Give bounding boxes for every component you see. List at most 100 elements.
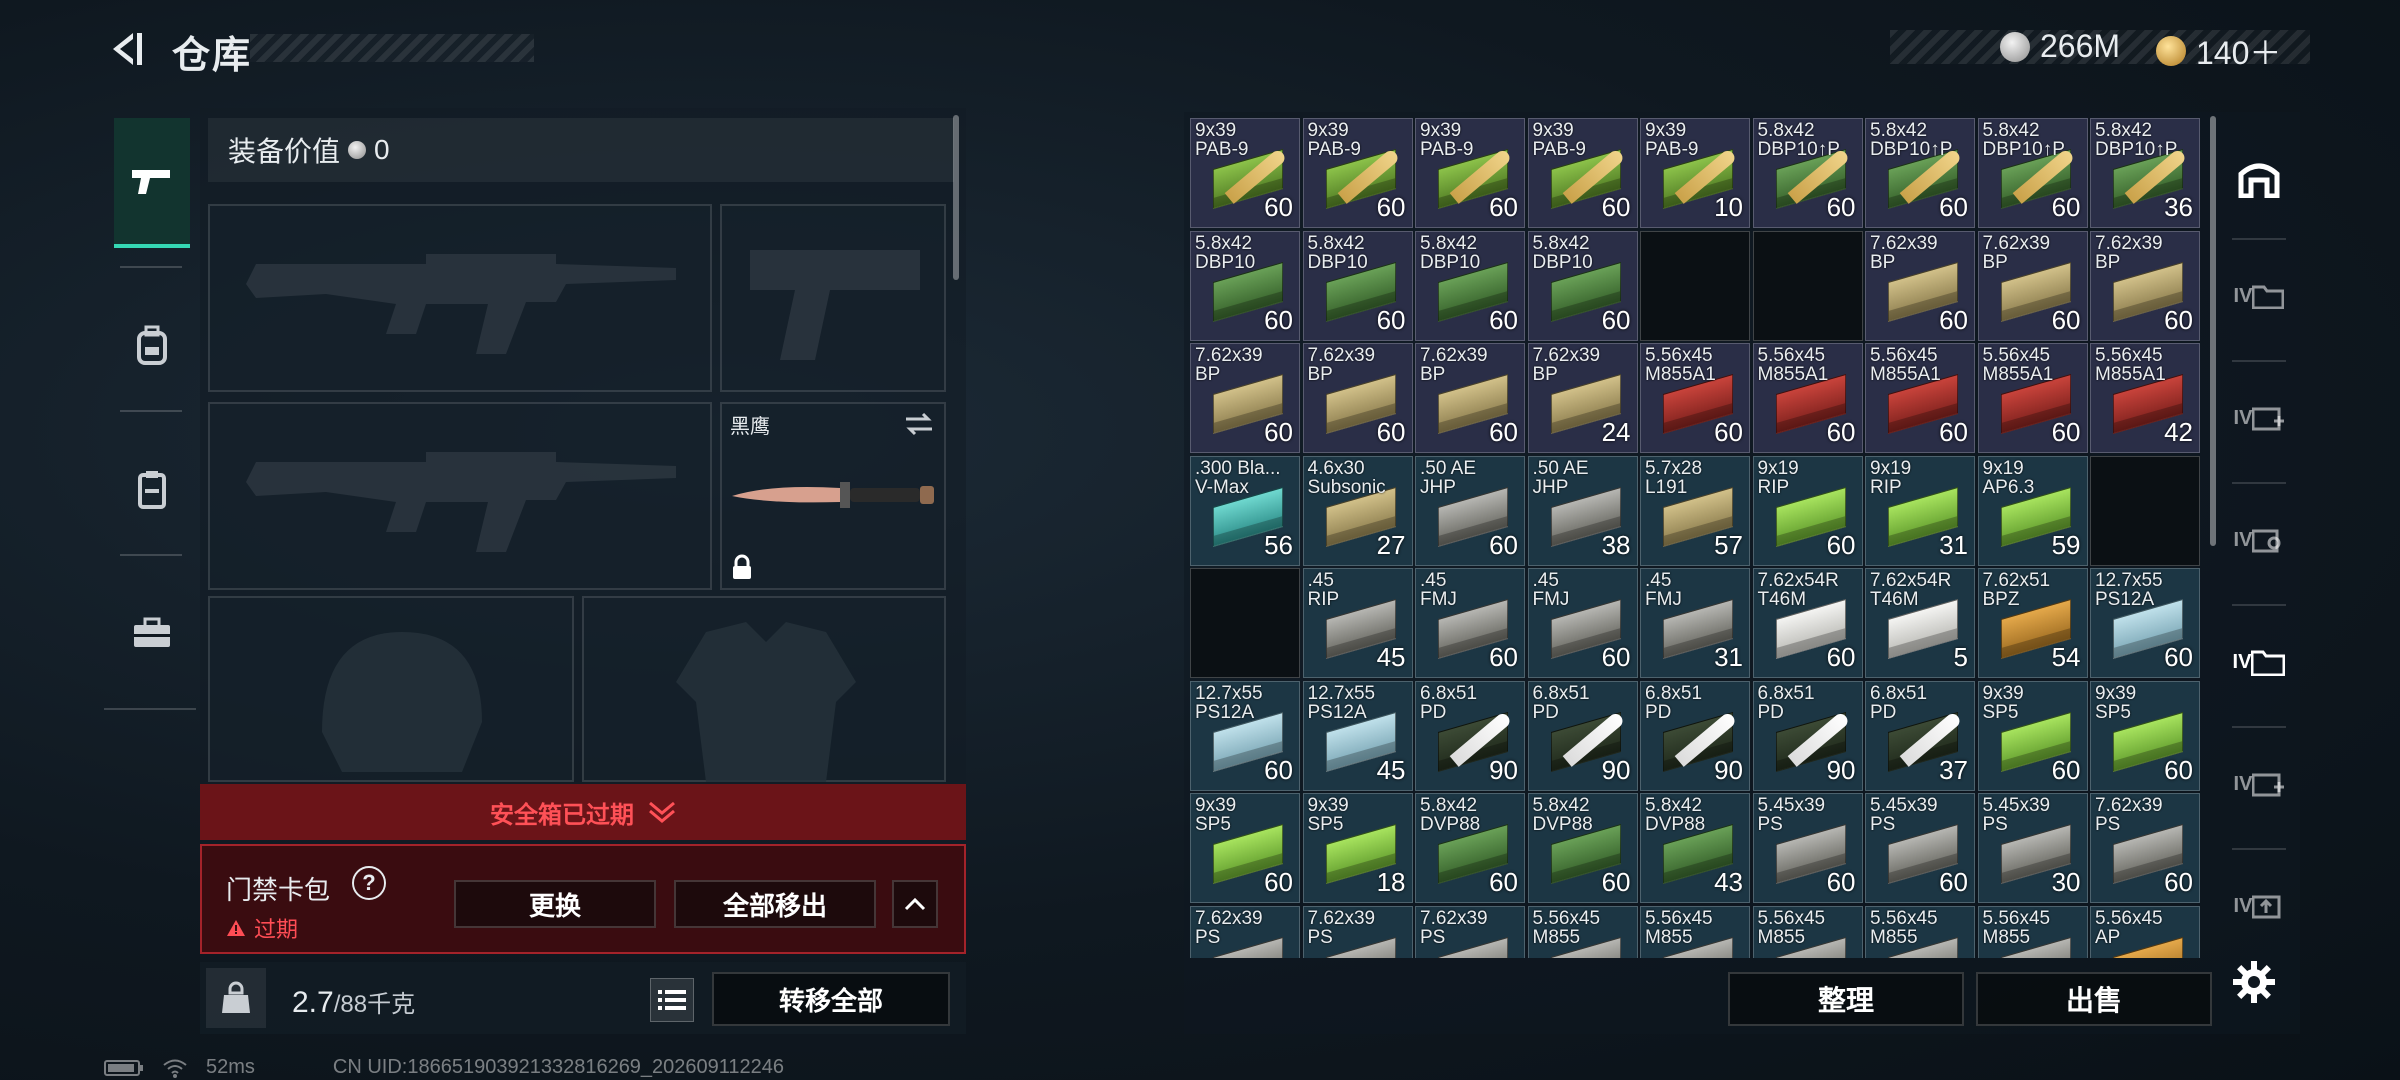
inventory-item[interactable]: 7.62x39 PS (1302, 905, 1413, 958)
inventory-item[interactable]: 9x19 AP6.3 59 (1977, 455, 2088, 566)
inventory-item[interactable]: 4.6x30 Subsonic 27 (1302, 455, 1413, 566)
inventory-item[interactable]: 7.62x39 BP 60 (1977, 230, 2088, 341)
replace-button[interactable]: 更换 (454, 880, 656, 928)
inventory-item[interactable]: 5.8x42 DBP10↑P 60 (1752, 118, 1863, 228)
inventory-item[interactable]: 9x39 PAB-9 60 (1527, 118, 1638, 228)
inventory-item[interactable]: 5.8x42 DBP10 60 (1415, 230, 1525, 341)
inventory-item[interactable]: 9x39 SP5 18 (1302, 793, 1413, 903)
storage-tab-1[interactable]: IV (2222, 246, 2296, 346)
inventory-item[interactable]: .45 FMJ 31 (1640, 568, 1750, 678)
inventory-item[interactable]: 5.56x45 M855A1 60 (1865, 343, 1975, 453)
storage-tab-4-active[interactable]: IV (2222, 612, 2296, 712)
transfer-all-button[interactable]: 转移全部 (712, 972, 950, 1026)
inventory-item[interactable]: 6.8x51 PD 90 (1640, 680, 1750, 791)
empty-slot[interactable] (1640, 230, 1750, 341)
armor-slot[interactable] (582, 596, 946, 782)
inventory-item[interactable]: 5.56x45 M855A1 60 (1752, 343, 1863, 453)
inventory-item[interactable]: .45 FMJ 60 (1527, 568, 1638, 678)
inventory-item[interactable]: 5.8x42 DBP10 60 (1190, 230, 1300, 341)
inventory-item[interactable]: 5.8x42 DBP10↑P 60 (1977, 118, 2088, 228)
storage-tab-5[interactable]: IV (2222, 734, 2296, 834)
inventory-item[interactable]: 6.8x51 PD 90 (1527, 680, 1638, 791)
storage-tab-2[interactable]: IV (2222, 368, 2296, 468)
sell-button[interactable]: 出售 (1976, 972, 2212, 1026)
primary-weapon-slot[interactable] (208, 204, 712, 392)
list-view-button[interactable] (650, 978, 694, 1022)
inventory-item[interactable]: 5.56x45 M855A1 42 (2090, 343, 2200, 453)
empty-slot[interactable] (1752, 230, 1863, 341)
help-icon[interactable]: ? (352, 866, 386, 900)
inventory-item[interactable]: 7.62x39 BP 60 (1415, 343, 1525, 453)
inventory-item[interactable]: 5.8x42 DVP88 43 (1640, 793, 1750, 903)
inventory-item[interactable]: 9x39 PAB-9 10 (1640, 118, 1750, 228)
loadout-scrollbar[interactable] (953, 115, 959, 280)
inventory-item[interactable]: 5.56x45 M855 (1527, 905, 1638, 958)
inventory-item[interactable]: 6.8x51 PD 90 (1752, 680, 1863, 791)
inventory-item[interactable]: 5.56x45 M855 (1640, 905, 1750, 958)
inventory-item[interactable]: 7.62x39 BP 60 (1302, 343, 1413, 453)
melee-slot[interactable]: 黑鹰 (720, 402, 946, 590)
inventory-item[interactable]: 9x39 SP5 60 (2090, 680, 2200, 791)
inventory-item[interactable]: 12.7x55 PS12A 60 (2090, 568, 2200, 678)
inventory-item[interactable]: 7.62x39 PS (1415, 905, 1525, 958)
inventory-item[interactable]: 5.8x42 DVP88 60 (1415, 793, 1525, 903)
gold-currency[interactable]: 140＋ (2156, 28, 2281, 74)
inventory-item[interactable]: .45 RIP 45 (1302, 568, 1413, 678)
inventory-item[interactable]: 5.56x45 AP (2090, 905, 2200, 958)
inventory-item[interactable]: 5.8x42 DBP10 60 (1527, 230, 1638, 341)
storage-tab-6[interactable]: IV (2222, 856, 2296, 956)
inventory-item[interactable]: .300 Bla... V-Max 56 (1190, 455, 1300, 566)
inventory-item[interactable]: 7.62x39 PS (1190, 905, 1300, 958)
inventory-item[interactable]: 7.62x54R T46M 60 (1752, 568, 1863, 678)
inventory-item[interactable]: 9x39 SP5 60 (1977, 680, 2088, 791)
silver-currency[interactable]: 266M (2000, 28, 2120, 65)
inventory-item[interactable]: 9x39 SP5 60 (1190, 793, 1300, 903)
storage-tab-safebox[interactable] (2222, 128, 2296, 228)
helmet-slot[interactable] (208, 596, 574, 782)
safebox-expired-bar[interactable]: 安全箱已过期 (200, 784, 966, 840)
inventory-item[interactable]: 9x39 PAB-9 60 (1415, 118, 1525, 228)
inventory-item[interactable]: 5.56x45 M855A1 60 (1977, 343, 2088, 453)
inventory-item[interactable]: 5.56x45 M855A1 60 (1640, 343, 1750, 453)
inventory-item[interactable]: 5.56x45 M855 (1977, 905, 2088, 958)
collapse-button[interactable] (892, 880, 938, 928)
inventory-item[interactable]: 7.62x39 PS 60 (2090, 793, 2200, 903)
inventory-item[interactable]: 6.8x51 PD 37 (1865, 680, 1975, 791)
sort-button[interactable]: 整理 (1728, 972, 1964, 1026)
inventory-item[interactable]: 5.8x42 DBP10↑P 36 (2090, 118, 2200, 228)
inventory-item[interactable]: 7.62x39 BP 60 (1865, 230, 1975, 341)
inventory-item[interactable]: 7.62x39 BP 60 (2090, 230, 2200, 341)
storage-tab-3[interactable]: IV (2222, 490, 2296, 590)
sidearm-slot[interactable] (720, 204, 946, 392)
inventory-item[interactable]: 7.62x51 BPZ 54 (1977, 568, 2088, 678)
inventory-item[interactable]: 5.7x28 L191 57 (1640, 455, 1750, 566)
nav-weapons[interactable] (114, 118, 190, 248)
inventory-item[interactable]: 5.45x39 PS 60 (1752, 793, 1863, 903)
inventory-item[interactable]: .50 AE JHP 60 (1415, 455, 1525, 566)
inventory-item[interactable]: 5.8x42 DVP88 60 (1527, 793, 1638, 903)
empty-slot[interactable] (1190, 568, 1300, 678)
inventory-item[interactable]: 5.45x39 PS 30 (1977, 793, 2088, 903)
settings-button[interactable] (2226, 954, 2282, 1010)
inventory-item[interactable]: 9x39 PAB-9 60 (1190, 118, 1300, 228)
inventory-item[interactable]: 12.7x55 PS12A 60 (1190, 680, 1300, 791)
move-all-out-button[interactable]: 全部移出 (674, 880, 876, 928)
inventory-item[interactable]: 7.62x39 BP 60 (1190, 343, 1300, 453)
empty-slot[interactable] (2090, 455, 2200, 566)
secondary-weapon-slot[interactable] (208, 402, 712, 590)
inventory-item[interactable]: 7.62x54R T46M 5 (1865, 568, 1975, 678)
inventory-item[interactable]: 5.8x42 DBP10↑P 60 (1865, 118, 1975, 228)
inventory-item[interactable]: 5.56x45 M855 (1865, 905, 1975, 958)
nav-tools[interactable] (114, 568, 190, 698)
inventory-item[interactable]: 5.8x42 DBP10 60 (1302, 230, 1413, 341)
swap-icon[interactable] (904, 412, 934, 436)
back-button[interactable] (100, 24, 150, 74)
nav-vest[interactable] (114, 424, 190, 554)
inventory-item[interactable]: 5.45x39 PS 60 (1865, 793, 1975, 903)
nav-backpack[interactable] (114, 280, 190, 410)
inventory-item[interactable]: 12.7x55 PS12A 45 (1302, 680, 1413, 791)
inventory-item[interactable]: .50 AE JHP 38 (1527, 455, 1638, 566)
inventory-item[interactable]: 6.8x51 PD 90 (1415, 680, 1525, 791)
inventory-item[interactable]: 9x19 RIP 31 (1865, 455, 1975, 566)
inventory-item[interactable]: 9x19 RIP 60 (1752, 455, 1863, 566)
